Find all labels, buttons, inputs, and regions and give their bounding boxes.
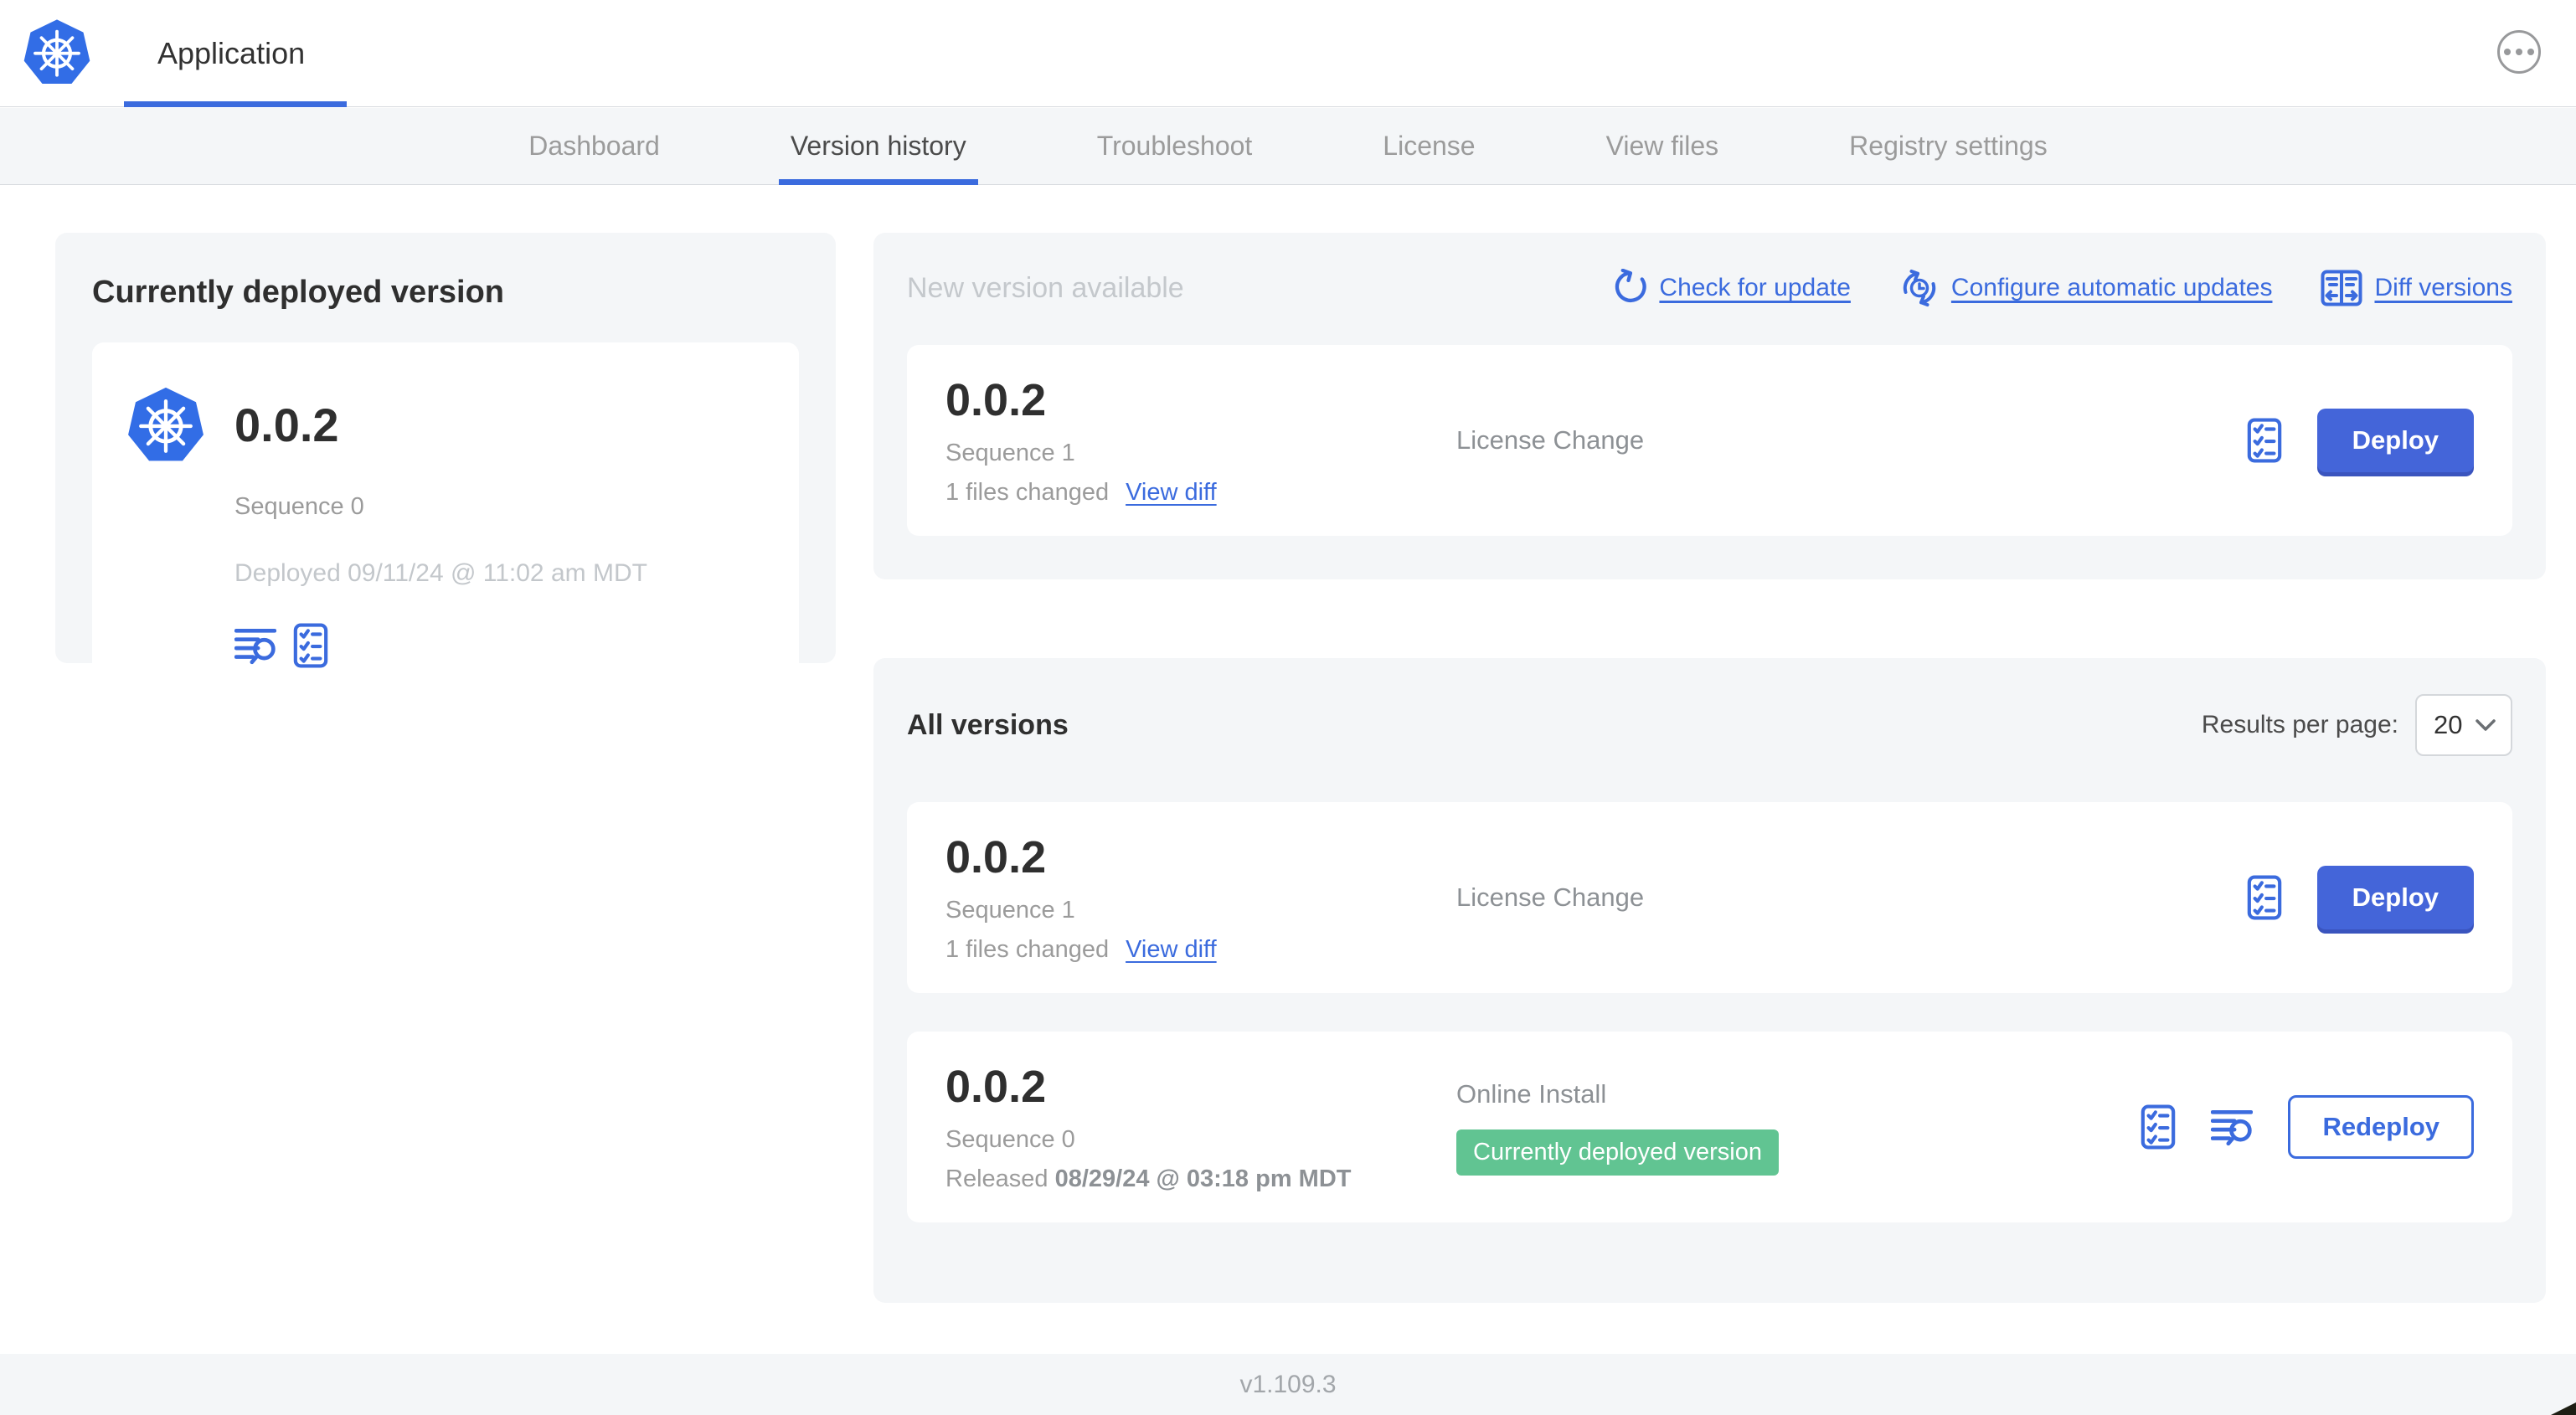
view-config-icon[interactable]: [2141, 1104, 2176, 1150]
tab-version-history[interactable]: Version history: [778, 108, 978, 185]
view-diff-link[interactable]: View diff: [1126, 936, 1217, 964]
all-versions-title: All versions: [907, 708, 1069, 741]
schedule-update-icon: [1903, 270, 1936, 306]
deployed-version-card: 0.0.2 Sequence 0 Deployed 09/11/24 @ 11:…: [92, 342, 799, 702]
deploy-button[interactable]: Deploy: [2316, 409, 2474, 472]
version-sequence: Sequence 0: [945, 1126, 1075, 1153]
configure-automatic-updates-link[interactable]: Configure automatic updates: [1899, 268, 2273, 308]
version-row: 0.0.2 Sequence 0 Released 08/29/24 @ 03:…: [907, 1032, 2512, 1222]
deployed-timestamp: Deployed 09/11/24 @ 11:02 am MDT: [234, 559, 647, 587]
top-header: Application: [0, 0, 2576, 107]
deployed-sequence: Sequence 0: [234, 493, 364, 520]
released-label: Released: [945, 1165, 1048, 1192]
view-logs-icon[interactable]: [234, 626, 276, 665]
refresh-icon: [1609, 269, 1647, 307]
new-version-section: New version available Check for update C…: [873, 233, 2546, 579]
app-title: Application: [157, 36, 306, 70]
deployed-version-number: 0.0.2: [234, 398, 339, 451]
console-version: v1.109.3: [1239, 1370, 1337, 1398]
version-number: 0.0.2: [945, 1062, 1047, 1112]
version-number: 0.0.2: [945, 832, 1047, 882]
tab-dashboard[interactable]: Dashboard: [528, 108, 660, 184]
diff-versions-label: Diff versions: [2374, 274, 2512, 301]
currently-deployed-title: Currently deployed version: [92, 275, 505, 310]
deploy-button[interactable]: Deploy: [2316, 866, 2474, 929]
currently-deployed-badge: Currently deployed version: [1456, 1129, 1779, 1176]
chevron-down-icon: [2476, 719, 2496, 731]
tab-license[interactable]: License: [1383, 108, 1475, 184]
cursor-artifact: [2551, 1402, 2576, 1415]
redeploy-button[interactable]: Redeploy: [2288, 1095, 2474, 1159]
results-per-page-select[interactable]: 20: [2415, 694, 2512, 756]
check-for-update-label: Check for update: [1659, 274, 1851, 301]
footer: v1.109.3: [0, 1354, 2576, 1415]
all-versions-section: All versions Results per page: 20 0.0.2 …: [873, 658, 2546, 1303]
configure-automatic-updates-label: Configure automatic updates: [1950, 274, 2273, 301]
view-config-icon[interactable]: [2247, 875, 2282, 920]
currently-deployed-panel: Currently deployed version 0.0.2 Sequenc…: [55, 233, 836, 702]
new-version-card: 0.0.2 Sequence 1 1 files changed View di…: [907, 345, 2512, 536]
version-number: 0.0.2: [945, 375, 1047, 425]
view-config-icon[interactable]: [2247, 418, 2282, 463]
view-diff-link[interactable]: View diff: [1126, 479, 1217, 507]
new-version-title: New version available: [907, 271, 1184, 304]
kubernetes-logo-icon: [22, 13, 92, 90]
version-source: License Change: [1456, 882, 1645, 912]
app-tab-active-indicator: [124, 101, 347, 107]
version-source: Online Install: [1456, 1078, 1607, 1109]
version-source: License Change: [1456, 425, 1645, 455]
results-per-page-value: 20: [2434, 710, 2463, 739]
tab-registry-settings[interactable]: Registry settings: [1849, 108, 2048, 184]
diff-versions-link[interactable]: Diff versions: [2321, 270, 2512, 306]
files-changed-label: 1 files changed: [945, 479, 1110, 506]
kubernetes-logo-icon: [126, 381, 206, 468]
results-per-page-label: Results per page:: [2201, 711, 2398, 738]
released-timestamp: 08/29/24 @ 03:18 pm MDT: [1054, 1165, 1352, 1192]
check-for-update-link[interactable]: Check for update: [1609, 269, 1851, 307]
diff-icon: [2321, 270, 2362, 306]
ellipsis-icon[interactable]: [2497, 30, 2541, 74]
version-row: 0.0.2 Sequence 1 1 files changed View di…: [907, 802, 2512, 993]
view-logs-icon[interactable]: [2211, 1108, 2253, 1146]
view-config-icon[interactable]: [293, 623, 328, 668]
app-tab[interactable]: Application: [124, 0, 338, 107]
tab-troubleshoot[interactable]: Troubleshoot: [1097, 108, 1253, 184]
tab-view-files[interactable]: View files: [1606, 108, 1719, 184]
version-sequence: Sequence 1: [945, 897, 1075, 924]
files-changed-label: 1 files changed: [945, 936, 1110, 963]
nav-tabs: Dashboard Version history Troubleshoot L…: [0, 108, 2576, 185]
version-sequence: Sequence 1: [945, 440, 1075, 466]
